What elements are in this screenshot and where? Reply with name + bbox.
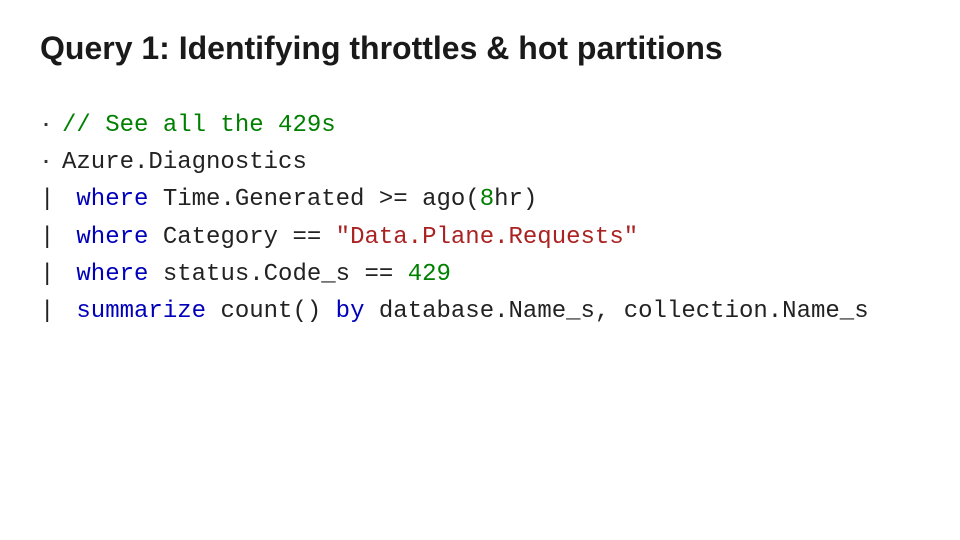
code-block: // See all the 429s Azure.Diagnostics | … <box>40 107 920 330</box>
num: 8 <box>480 186 494 213</box>
code-clause: summarize count() by database.Name_s, co… <box>62 293 869 330</box>
fn: count <box>220 298 292 325</box>
pipe-icon: | <box>40 293 62 330</box>
num: 429 <box>408 261 451 288</box>
field: Category <box>163 224 278 251</box>
kw-where: where <box>76 186 148 213</box>
col2: collection.Name_s <box>624 298 869 325</box>
code-line-2: Azure.Diagnostics <box>40 144 920 181</box>
field: status.Code_s <box>163 261 350 288</box>
code-line-4: | where Category == "Data.Plane.Requests… <box>40 219 920 256</box>
kw-where: where <box>76 261 148 288</box>
code-comment: // See all the 429s <box>62 107 336 144</box>
code-line-6: | summarize count() by database.Name_s, … <box>40 293 920 330</box>
code-clause: where Time.Generated >= ago(8hr) <box>62 181 537 218</box>
code-line-5: | where status.Code_s == 429 <box>40 256 920 293</box>
code-line-1: // See all the 429s <box>40 107 920 144</box>
fn: ago <box>422 186 465 213</box>
bullet-icon <box>40 110 62 141</box>
pipe-icon: | <box>40 219 62 256</box>
string: "Data.Plane.Requests" <box>336 224 638 251</box>
field: Time.Generated <box>163 186 365 213</box>
slide: Query 1: Identifying throttles & hot par… <box>0 0 960 360</box>
slide-title: Query 1: Identifying throttles & hot par… <box>40 30 920 67</box>
rparen: ) <box>523 186 537 213</box>
bullet-icon <box>40 147 62 178</box>
kw-by: by <box>336 298 365 325</box>
sep: , <box>595 298 609 325</box>
col1: database.Name_s <box>379 298 595 325</box>
code-clause: where Category == "Data.Plane.Requests" <box>62 219 638 256</box>
pipe-icon: | <box>40 181 62 218</box>
pipe-icon: | <box>40 256 62 293</box>
op: == <box>292 224 321 251</box>
code-line-3: | where Time.Generated >= ago(8hr) <box>40 181 920 218</box>
kw-summarize: summarize <box>76 298 206 325</box>
parens: () <box>292 298 321 325</box>
op: == <box>364 261 393 288</box>
lparen: ( <box>465 186 479 213</box>
code-table: Azure.Diagnostics <box>62 144 307 181</box>
op: >= <box>379 186 408 213</box>
kw-where: where <box>76 224 148 251</box>
hr: hr <box>494 186 523 213</box>
code-clause: where status.Code_s == 429 <box>62 256 451 293</box>
